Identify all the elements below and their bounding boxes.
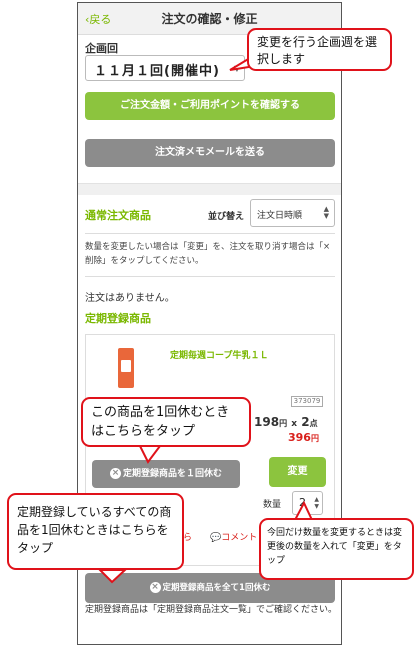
comment-label: コメント	[221, 533, 258, 543]
normal-orders-instructions: 数量を変更したい場合は「変更」を、注文を取り消す場合は「×削除」をタップしてくだ…	[85, 242, 331, 266]
normal-orders-title: 通常注文商品	[85, 209, 151, 222]
footer-note: 定期登録商品は「定期登録商品注文一覧」でご確認ください。	[84, 605, 337, 615]
skip-once-label: 定期登録商品を１回休む	[122, 469, 222, 479]
divider	[85, 233, 335, 234]
skip-all-label: 定期登録商品を全て1回休む	[162, 583, 271, 593]
confirm-amount-button[interactable]: ご注文金額・ご利用ポイントを確認する	[85, 92, 335, 120]
period-label: 企画回	[85, 42, 118, 55]
milk-carton-image	[118, 348, 134, 388]
callout-change-qty: 今回だけ数量を変更するときは変更後の数量を入れて「変更」をタップ	[259, 518, 414, 580]
subscription-title: 定期登録商品	[85, 312, 151, 325]
quantity-value: 2	[299, 496, 306, 509]
comment-link[interactable]: 💬コメント	[210, 530, 257, 543]
quantity-stepper[interactable]: 2 ▲ ▼	[292, 491, 323, 515]
close-circle-icon: ×	[149, 582, 161, 593]
total-price: 396円	[288, 431, 319, 444]
period-select[interactable]: １１月１回(開催中) ▼	[85, 55, 245, 81]
divider	[85, 276, 335, 277]
quantity-label: 数量	[263, 500, 282, 510]
skip-once-button[interactable]: × 定期登録商品を１回休む	[92, 460, 240, 488]
comment-icon: 💬	[210, 533, 222, 543]
unit-price-line: 198円 x 2点	[254, 415, 318, 429]
change-button[interactable]: 変更	[269, 457, 326, 487]
callout-period: 変更を行う企画週を選択します	[247, 28, 392, 71]
product-code: 373079	[291, 396, 323, 407]
sort-label: 並び替え	[208, 212, 245, 222]
callout-skip-one: この商品を1回休むときはこちらをタップ	[81, 397, 251, 447]
send-memo-button[interactable]: 注文済メモメールを送る	[85, 139, 335, 167]
total-value: 396	[288, 431, 311, 444]
period-select-value: １１月１回(開催中)	[94, 64, 220, 79]
sort-arrows-icon: ▲ ▼	[323, 205, 329, 220]
chevron-down-icon: ▼	[233, 64, 240, 73]
quantity-display: 2	[301, 415, 310, 429]
empty-orders-text: 注文はありません。	[85, 293, 175, 304]
yen-unit: 円	[279, 419, 288, 428]
section-separator	[78, 183, 341, 195]
product-name[interactable]: 定期毎週コープ牛乳１Ｌ	[170, 348, 268, 361]
sort-select-value: 注文日時順	[257, 211, 303, 221]
sort-select[interactable]: 注文日時順 ▲ ▼	[250, 199, 335, 227]
link-fragment[interactable]: ら	[183, 530, 192, 543]
yen-unit: 円	[310, 434, 319, 443]
qty-unit: 点	[309, 419, 318, 428]
unit-price: 198	[254, 415, 280, 429]
times-sign: x	[291, 419, 298, 429]
stepper-arrows-icon: ▲ ▼	[314, 496, 319, 510]
callout-skip-all: 定期登録しているすべての商品を1回休むときはこちらをタップ	[7, 493, 184, 570]
page-title: 注文の確認・修正	[161, 12, 258, 26]
close-circle-icon: ×	[109, 468, 121, 479]
